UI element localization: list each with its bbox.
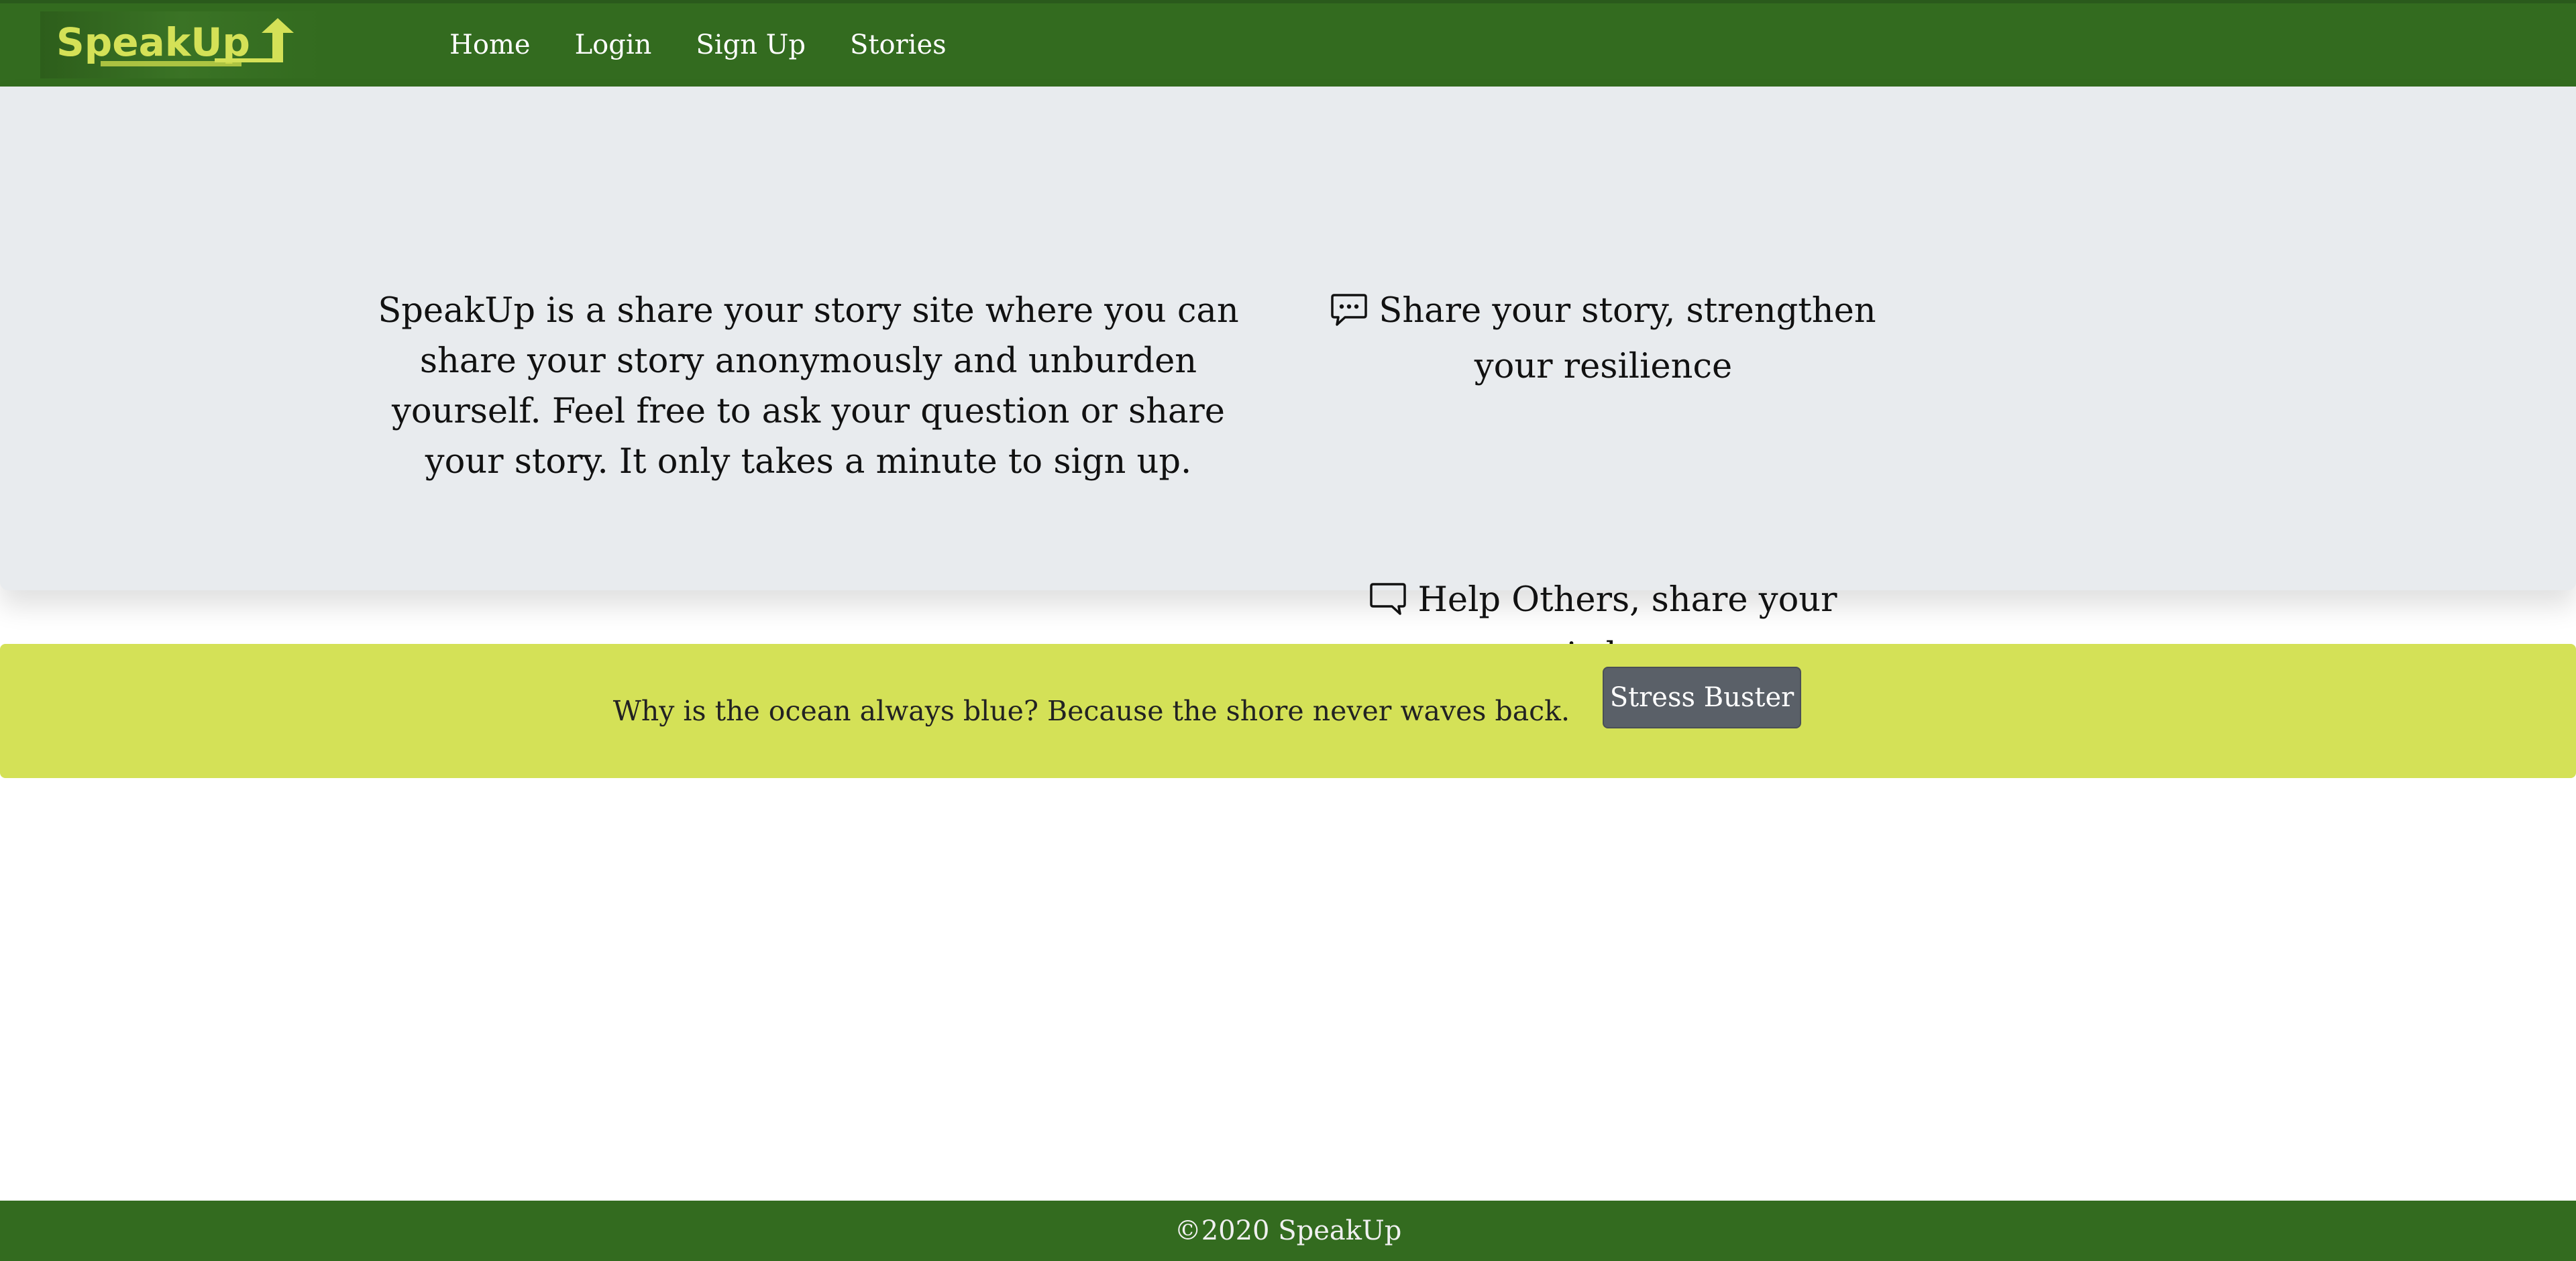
nav-login-link[interactable]: Login	[575, 30, 652, 60]
nav-home-link[interactable]: Home	[449, 30, 531, 60]
nav-links: Home Login Sign Up Stories	[449, 3, 991, 87]
stress-buster-button[interactable]: Stress Buster	[1603, 667, 1801, 728]
feature-share-story-text: Share your story, strengthen your resili…	[1379, 291, 1876, 386]
feature-share-story: Share your story, strengthen your resili…	[1315, 286, 1892, 392]
copyright-text: ©2020 SpeakUp	[1174, 1215, 1402, 1246]
footer: ©2020 SpeakUp	[0, 1201, 2576, 1261]
stress-buster-banner: Why is the ocean always blue? Because th…	[0, 644, 2576, 778]
hero-description: SpeakUp is a share your story site where…	[378, 291, 1239, 482]
chat-dots-icon	[1330, 291, 1368, 341]
chat-icon	[1369, 580, 1407, 630]
hero-section: SpeakUp is a share your story site where…	[0, 87, 2576, 675]
nav-stories-link[interactable]: Stories	[850, 30, 947, 60]
nav-signup-link[interactable]: Sign Up	[696, 30, 806, 60]
logo-graphic: SpeakUp	[56, 18, 294, 66]
joke-text: Why is the ocean always blue? Because th…	[612, 695, 1570, 727]
navbar: SpeakUp Home Login Sign Up Stories	[0, 3, 2576, 87]
logo-text: SpeakUp	[56, 19, 250, 65]
logo[interactable]: SpeakUp	[40, 11, 322, 78]
